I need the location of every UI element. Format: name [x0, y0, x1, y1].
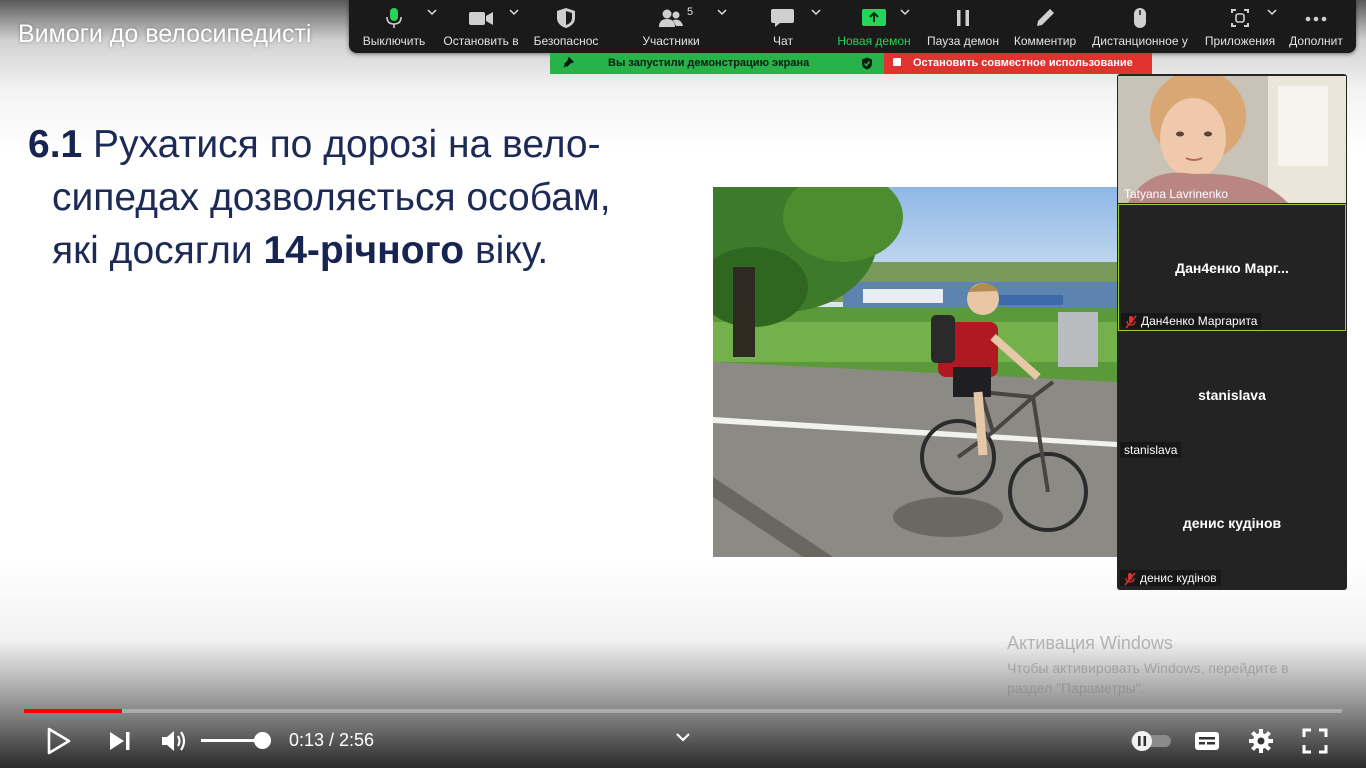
- security-label: Безопаснос: [533, 34, 599, 48]
- pencil-icon: [1037, 9, 1054, 26]
- security-button[interactable]: Безопаснос: [529, 0, 603, 53]
- settings-gear-icon[interactable]: [1248, 728, 1274, 754]
- video-camera-icon: [469, 12, 493, 25]
- stop-share-button[interactable]: Остановить совместное использование: [884, 53, 1152, 74]
- remote-control-label: Дистанционное у: [1092, 34, 1188, 48]
- watermark-body: Чтобы активировать Windows, перейдите в …: [1007, 660, 1289, 696]
- chat-label: Чат: [773, 34, 793, 48]
- more-dots-icon: [1305, 16, 1327, 22]
- participant-name: stanislava: [1120, 442, 1182, 458]
- muted-microphone-icon: [1124, 572, 1136, 586]
- apps-button[interactable]: Приложения: [1201, 0, 1279, 53]
- slide-line-2: сипедах дозволяється особам,: [52, 176, 611, 219]
- slide-text: 6.1 Рухатися по дорозі на вело- сипедах …: [28, 118, 678, 277]
- progress-bar[interactable]: [24, 709, 1342, 713]
- slide-point-number: 6.1: [28, 123, 83, 166]
- slide-line-1: 6.1 Рухатися по дорозі на вело-: [28, 118, 678, 171]
- more-button[interactable]: Дополнит: [1284, 0, 1348, 53]
- participant-tile-stanislava[interactable]: stanislava stanislava: [1118, 332, 1346, 459]
- participant-display-name: денис кудінов: [1182, 515, 1282, 531]
- apps-icon: [1231, 9, 1249, 27]
- participants-icon: [659, 9, 683, 27]
- pause-icon: [957, 10, 969, 26]
- remote-control-button[interactable]: Дистанционное у: [1089, 0, 1191, 53]
- slide-line-3-pre: які досягли: [52, 229, 264, 272]
- share-status-text: Вы запустили демонстрацию экрана: [608, 57, 810, 69]
- video-options-chevron-icon[interactable]: [509, 8, 519, 16]
- participant-name: Tatyana Lavrinenko: [1124, 187, 1229, 201]
- slide-line-1-text: Рухатися по дорозі на вело-: [82, 123, 601, 166]
- share-status-banner[interactable]: Вы запустили демонстрацию экрана: [550, 53, 884, 74]
- new-share-button[interactable]: Новая демон: [833, 0, 915, 53]
- participants-label: Участники: [642, 34, 700, 48]
- video-title: Вимоги до велосипедисті: [18, 20, 312, 48]
- participant-tile-denys[interactable]: денис кудінов денис кудінов: [1118, 460, 1346, 587]
- more-label: Дополнит: [1289, 34, 1343, 48]
- participant-name-tag: Дан4енко Маргарита: [1121, 313, 1262, 329]
- fullscreen-icon[interactable]: [1302, 728, 1328, 754]
- stop-share-label: Остановить совместное использование: [913, 57, 1133, 69]
- microphone-icon: [386, 8, 402, 28]
- participant-video-feed: [1118, 76, 1346, 203]
- participant-name: Дан4енко Маргарита: [1141, 314, 1258, 328]
- stop-square-icon: [893, 58, 901, 66]
- mute-button[interactable]: Выключить: [359, 0, 437, 53]
- apps-label: Приложения: [1204, 34, 1276, 48]
- muted-microphone-icon: [1125, 315, 1137, 329]
- stop-video-button[interactable]: Остановить в: [441, 0, 521, 53]
- pause-share-label: Пауза демон: [927, 34, 999, 48]
- play-icon[interactable]: [46, 727, 72, 755]
- participants-chevron-icon[interactable]: [717, 8, 727, 16]
- slide-age-highlight: 14-річного: [263, 229, 465, 272]
- windows-activation-watermark: Активация Windows Чтобы активировать Win…: [1007, 633, 1327, 698]
- participant-display-name: stanislava: [1198, 387, 1266, 403]
- participant-display-name: Дан4енко Марг...: [1175, 260, 1289, 276]
- apps-chevron-icon[interactable]: [1267, 8, 1277, 16]
- share-options-chevron-icon[interactable]: [900, 8, 910, 16]
- shield-check-icon: [862, 57, 872, 70]
- shield-icon: [557, 8, 575, 28]
- new-share-label: Новая демон: [837, 34, 911, 48]
- cyclist-photo: [713, 187, 1117, 557]
- annotate-button[interactable]: Комментир: [1009, 0, 1081, 53]
- chat-button[interactable]: Чат: [753, 0, 821, 53]
- stop-video-label: Остановить в: [443, 34, 519, 48]
- chat-bubble-icon: [771, 9, 794, 27]
- zoom-toolbar: Выключить Остановить в Безопаснос 5 Учас…: [349, 0, 1356, 53]
- participant-name-tag: денис кудінов: [1120, 570, 1221, 586]
- volume-icon[interactable]: [160, 728, 188, 754]
- participant-tile-tatyana[interactable]: Tatyana Lavrinenko: [1118, 76, 1346, 203]
- mute-label: Выключить: [362, 34, 426, 48]
- pause-share-button[interactable]: Пауза демон: [923, 0, 1003, 53]
- time-display: 0:13 / 2:56: [289, 730, 375, 750]
- subtitles-icon[interactable]: [1193, 729, 1221, 753]
- pin-icon: [563, 57, 574, 68]
- mute-options-chevron-icon[interactable]: [427, 8, 437, 16]
- chat-chevron-icon[interactable]: [811, 8, 821, 16]
- chevron-down-icon[interactable]: [675, 731, 691, 743]
- participants-panel: Tatyana Lavrinenko Дан4енко Марг... Дан4…: [1117, 74, 1347, 590]
- participant-tile-margarita[interactable]: Дан4енко Марг... Дан4енко Маргарита: [1118, 204, 1346, 331]
- progress-played: [24, 709, 122, 713]
- slide-line-3: які досягли 14-річного віку.: [28, 224, 678, 277]
- watermark-title: Активация Windows: [1007, 633, 1173, 653]
- next-icon[interactable]: [108, 730, 132, 752]
- participants-button[interactable]: 5 Участники: [631, 0, 727, 53]
- slide-line-3-post: віку.: [464, 229, 549, 272]
- participants-count: 5: [687, 6, 694, 18]
- annotate-label: Комментир: [1013, 34, 1077, 48]
- participant-name: денис кудінов: [1140, 571, 1217, 585]
- mouse-icon: [1134, 8, 1146, 28]
- autoplay-toggle[interactable]: [1129, 730, 1173, 752]
- share-screen-icon: [862, 9, 886, 26]
